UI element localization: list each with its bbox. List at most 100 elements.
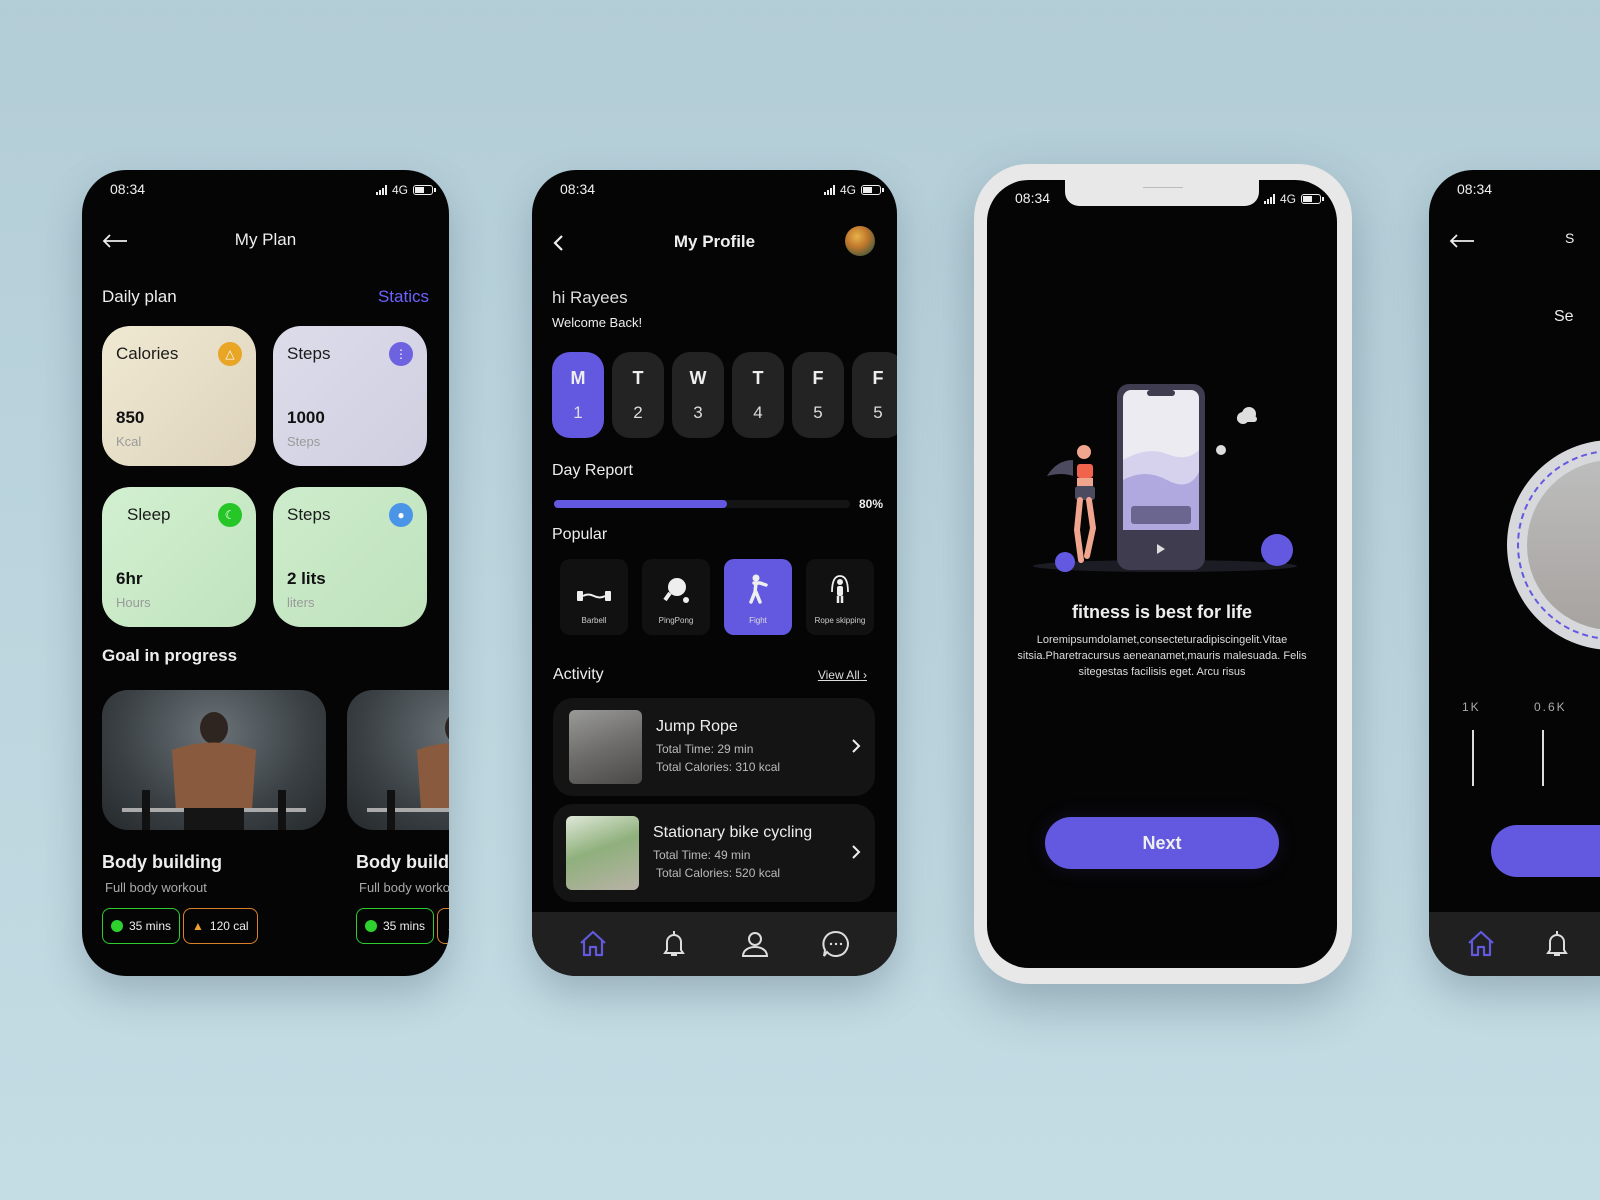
phone-partial-screen: 08:34 S Se 1K 0.6K (1429, 170, 1600, 976)
day-number: 3 (693, 402, 703, 422)
activity-time: Total Time: 29 min (656, 742, 754, 756)
steps-card[interactable]: Steps ⋮ 1000 Steps (273, 326, 427, 466)
duration-text: 35 mins (383, 919, 426, 933)
water-drop-icon: ● (389, 503, 413, 527)
popular-item-pingpong[interactable]: PingPong (642, 559, 710, 635)
goal-image-bodybuilding[interactable] (347, 690, 449, 830)
ping-pong-icon (663, 578, 689, 603)
calories-card[interactable]: Calories △ 850 Kcal (102, 326, 256, 466)
flame-icon: △ (218, 342, 242, 366)
footsteps-icon: ⋮ (389, 342, 413, 366)
flame-icon: ▲ (192, 919, 204, 933)
activity-calories: Total Calories: 520 kcal (656, 866, 781, 880)
day-chip[interactable]: F5 (852, 352, 897, 438)
goal-title: Body building (102, 852, 222, 872)
chevron-right-icon[interactable] (851, 844, 861, 860)
status-indicators: 4G (823, 183, 884, 197)
barbell-icon (577, 591, 611, 601)
subtitle-fragment: Se (1554, 308, 1574, 325)
day-report-progress-bar (554, 500, 850, 508)
page-title: My Profile (673, 232, 756, 251)
goal-image-bodybuilding[interactable] (102, 690, 326, 830)
chevron-right-icon[interactable] (851, 738, 861, 754)
page-title-fragment: S (1565, 230, 1575, 246)
chat-icon[interactable] (820, 928, 852, 960)
duration-badge: 35 mins (102, 908, 181, 944)
scale-bar (1542, 730, 1544, 786)
activity-heading: Activity (553, 666, 604, 683)
day-chip[interactable]: F5 (792, 352, 844, 438)
duration-badge: 35 mins (356, 908, 435, 944)
day-letter: T (632, 367, 644, 388)
card-value: 1000 (287, 408, 325, 427)
popular-label: Barbell (581, 616, 607, 625)
clock-icon (111, 920, 123, 932)
day-chip[interactable]: W3 (672, 352, 724, 438)
progress-label: 80% (859, 497, 884, 511)
network-label: 4G (839, 183, 856, 197)
popular-item-fight[interactable]: Fight (724, 559, 792, 635)
user-icon[interactable] (739, 928, 771, 960)
goal-subtitle: Full body workout (105, 880, 207, 895)
bike-cycling-thumbnail (566, 816, 639, 890)
primary-button[interactable] (1491, 825, 1600, 877)
arrow-left-icon[interactable] (1449, 234, 1475, 248)
status-time: 08:34 (1015, 190, 1051, 206)
jump-rope-icon (831, 575, 849, 603)
moon-icon: ☾ (218, 503, 242, 527)
card-unit: Hours (116, 595, 151, 610)
bottom-tab-bar (532, 912, 897, 976)
popular-heading: Popular (552, 526, 608, 543)
view-all-link[interactable]: View All › (818, 668, 867, 682)
popular-item-rope-skipping[interactable]: Rope skipping (806, 559, 874, 635)
day-number: 1 (573, 402, 583, 422)
day-letter: M (570, 367, 586, 388)
statics-link[interactable]: Statics (378, 287, 429, 307)
status-time: 08:34 (1457, 181, 1493, 197)
day-number: 5 (813, 402, 823, 422)
activity-name: Stationary bike cycling (653, 824, 813, 841)
sleep-card[interactable]: Sleep ☾ 6hr Hours (102, 487, 256, 627)
activity-item-bike-cycling[interactable]: Stationary bike cycling Total Time: 49 m… (553, 804, 875, 902)
phone-onboarding: 08:34 4G fitness is best for life Loremi… (987, 180, 1337, 968)
day-selector: M1 T2 W3 T4 F5 F5 (552, 352, 897, 438)
day-letter: F (872, 367, 884, 388)
avatar[interactable] (845, 226, 875, 256)
card-unit: liters (287, 595, 315, 610)
popular-label: Fight (749, 616, 767, 625)
day-report-heading: Day Report (552, 462, 633, 479)
signal-icon (1263, 194, 1275, 204)
popular-item-barbell[interactable]: Barbell (560, 559, 628, 635)
jump-rope-thumbnail (569, 710, 642, 784)
status-time: 08:34 (110, 181, 146, 197)
bell-icon[interactable] (658, 928, 690, 960)
home-icon[interactable] (1465, 928, 1497, 960)
next-button[interactable]: Next (1045, 817, 1279, 869)
activity-item-jump-rope[interactable]: Jump Rope Total Time: 29 min Total Calor… (553, 698, 875, 796)
water-card[interactable]: Steps ● 2 lits liters (273, 487, 427, 627)
day-chip[interactable]: T2 (612, 352, 664, 438)
battery-icon (413, 185, 436, 195)
phone-notch (1065, 180, 1259, 206)
day-number: 5 (873, 402, 883, 422)
day-chip[interactable]: M1 (552, 352, 604, 438)
network-label: 4G (1279, 192, 1296, 206)
status-indicators: 4G (1263, 192, 1324, 206)
scale-label: 0.6K (1534, 700, 1567, 714)
network-label: 4G (391, 183, 408, 197)
phone-my-profile: 08:34 4G My Profile hi Rayees Welcome Ba… (532, 170, 897, 976)
card-value: 2 lits (287, 569, 326, 588)
card-title: Calories (116, 344, 179, 363)
duration-text: 35 mins (129, 919, 172, 933)
battery-icon (1301, 194, 1324, 204)
card-unit: Kcal (116, 434, 142, 449)
day-chip[interactable]: T4 (732, 352, 784, 438)
daily-plan-heading: Daily plan (102, 287, 177, 306)
progress-dial (1507, 440, 1600, 650)
home-icon[interactable] (577, 928, 609, 960)
view-all-label: View All (817, 668, 860, 682)
bell-icon[interactable] (1541, 928, 1573, 960)
card-title: Sleep (127, 505, 171, 524)
signal-icon (375, 185, 387, 195)
popular-list: Barbell PingPong Fight Rope skipping (560, 559, 874, 635)
